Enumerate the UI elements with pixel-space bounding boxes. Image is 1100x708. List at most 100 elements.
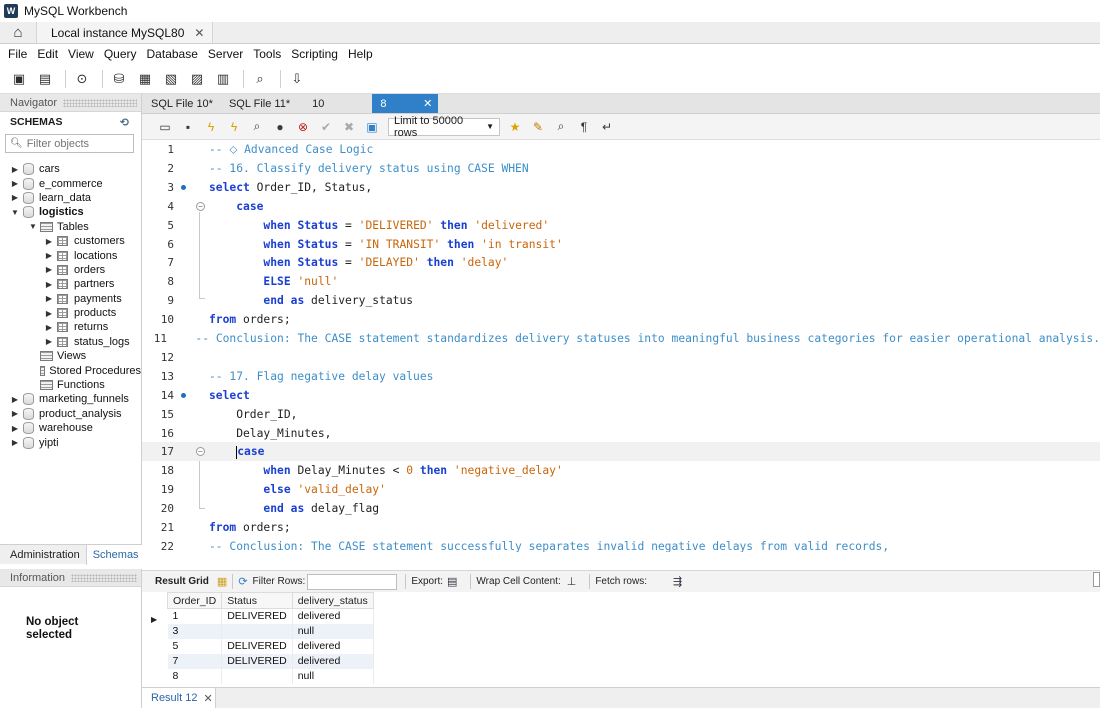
find-icon[interactable]: ⌕	[552, 118, 570, 136]
rollback-icon[interactable]: ✖	[340, 118, 358, 136]
chevron-down-icon[interactable]: ▼	[10, 208, 20, 217]
table-row[interactable]: 3 null	[167, 623, 374, 639]
create-view-icon[interactable]: ▧	[160, 68, 182, 90]
close-icon[interactable]: ✕	[194, 26, 204, 40]
table-row[interactable]: 7 DELIVERED delivered	[167, 653, 374, 669]
commit-icon[interactable]: ✔	[317, 118, 335, 136]
chevron-right-icon[interactable]: ▶	[10, 179, 20, 188]
wrap-lines-icon[interactable]: ↵	[598, 118, 616, 136]
chevron-right-icon[interactable]: ▶	[10, 424, 20, 433]
table-cell[interactable]: DELIVERED	[221, 608, 293, 624]
stop-icon[interactable]: ●	[271, 118, 289, 136]
tab-editor-3[interactable]: 10	[298, 94, 332, 113]
search-table-data-icon[interactable]: ⌕	[249, 68, 271, 90]
chevron-right-icon[interactable]: ▶	[44, 237, 54, 246]
tree-item-stored-procedures[interactable]: Stored Procedures	[0, 363, 141, 377]
close-icon[interactable]: ✕	[423, 97, 432, 110]
create-schema-icon[interactable]: ⛁	[108, 68, 130, 90]
chevron-right-icon[interactable]: ▶	[44, 323, 54, 332]
tree-item-schema[interactable]: ▶ cars	[0, 162, 141, 176]
close-icon[interactable]: ✕	[203, 692, 212, 705]
beautify-icon[interactable]: ✎	[529, 118, 547, 136]
table-cell[interactable]	[221, 623, 293, 639]
table-row[interactable]: 8 null	[167, 668, 374, 684]
tree-item-table[interactable]: ▶ customers	[0, 234, 141, 248]
inspector-icon[interactable]: ⊙	[71, 68, 93, 90]
chevron-right-icon[interactable]: ▶	[44, 294, 54, 303]
table-cell[interactable]: 7	[167, 653, 223, 669]
table-cell[interactable]: 3	[167, 623, 223, 639]
chevron-right-icon[interactable]: ▶	[10, 193, 20, 202]
invisible-chars-icon[interactable]: ¶	[575, 118, 593, 136]
sql-editor[interactable]: 1 -- ⬦ Advanced Case Logic 2 -- 16. Classif…	[142, 140, 1100, 552]
table-cell[interactable]: delivered	[292, 638, 374, 654]
chevron-right-icon[interactable]: ▶	[10, 438, 20, 447]
table-cell[interactable]	[221, 668, 293, 684]
menu-item-tools[interactable]: Tools	[249, 47, 285, 61]
add-snippet-icon[interactable]: ★	[506, 118, 524, 136]
filter-rows-input[interactable]	[307, 573, 398, 590]
tree-item-tables[interactable]: ▼ Tables	[0, 220, 141, 234]
fold-toggle-icon[interactable]: −	[196, 201, 205, 211]
table-cell[interactable]: null	[292, 668, 374, 684]
save-icon[interactable]: ▪	[179, 118, 197, 136]
refresh-icon[interactable]: ⟳	[238, 575, 247, 588]
execute-icon[interactable]: ϟ	[202, 118, 220, 136]
menu-item-scripting[interactable]: Scripting	[287, 47, 342, 61]
grid-view-icon[interactable]: ▦	[217, 575, 227, 588]
tree-item-table[interactable]: ▶ products	[0, 306, 141, 320]
table-row[interactable]: 5 DELIVERED delivered	[167, 638, 374, 654]
tree-item-schema[interactable]: ▶ warehouse	[0, 421, 141, 435]
tree-item-schema[interactable]: ▶ learn_data	[0, 191, 141, 205]
menu-item-query[interactable]: Query	[100, 47, 141, 61]
tree-item-schema[interactable]: ▶ marketing_funnels	[0, 392, 141, 406]
new-sql-tab-icon[interactable]: ▣	[8, 68, 30, 90]
tab-schemas[interactable]: Schemas	[85, 544, 149, 565]
tab-editor-2[interactable]: SQL File 11*	[221, 94, 298, 113]
table-cell[interactable]: DELIVERED	[221, 653, 293, 669]
tree-item-schema[interactable]: ▶ yipti	[0, 435, 141, 449]
table-cell[interactable]: delivered	[292, 653, 374, 669]
tree-item-schema[interactable]: ▼ logistics	[0, 205, 141, 219]
tab-result[interactable]: Result 12 ✕	[142, 688, 216, 708]
fold-toggle-icon[interactable]: −	[196, 447, 205, 457]
explain-icon[interactable]: ⌕	[248, 118, 266, 136]
home-icon[interactable]: ⌂	[0, 22, 36, 43]
autocommit-icon[interactable]: ▣	[363, 118, 381, 136]
fetch-rows-icon[interactable]: ⇶	[673, 575, 682, 588]
table-cell[interactable]: 1	[167, 608, 223, 624]
menu-item-help[interactable]: Help	[344, 47, 377, 61]
tab-editor-1[interactable]: SQL File 10*	[142, 94, 221, 113]
table-cell[interactable]: delivered	[292, 608, 374, 624]
execute-statement-icon[interactable]: ϟ	[225, 118, 243, 136]
create-table-icon[interactable]: ▦	[134, 68, 156, 90]
menu-item-file[interactable]: File	[4, 47, 31, 61]
chevron-right-icon[interactable]: ▶	[44, 309, 54, 318]
reconnect-icon[interactable]: ⇩	[286, 68, 308, 90]
export-icon[interactable]: ▤	[447, 575, 457, 588]
chevron-down-icon[interactable]: ▼	[28, 222, 38, 231]
tree-item-functions[interactable]: Functions	[0, 378, 141, 392]
chevron-right-icon[interactable]: ▶	[10, 165, 20, 174]
toggle-error-icon[interactable]: ⊗	[294, 118, 312, 136]
chevron-right-icon[interactable]: ▶	[10, 409, 20, 418]
tab-administration[interactable]: Administration	[0, 549, 86, 561]
create-function-icon[interactable]: ▥	[212, 68, 234, 90]
limit-rows-select[interactable]: Limit to 50000 rows ▼	[388, 115, 500, 139]
chevron-right-icon[interactable]: ▶	[44, 251, 54, 260]
chevron-right-icon[interactable]: ▶	[44, 265, 54, 274]
table-row[interactable]: 1 DELIVERED delivered	[167, 608, 374, 624]
result-grid-tab[interactable]: Result Grid	[155, 576, 209, 587]
chevron-right-icon[interactable]: ▶	[44, 337, 54, 346]
tab-editor-4[interactable]: 8 ✕	[372, 94, 439, 113]
tree-item-views[interactable]: Views	[0, 349, 141, 363]
refresh-schemas-icon[interactable]: ⟲	[120, 116, 129, 129]
tree-item-schema[interactable]: ▶ e_commerce	[0, 176, 141, 190]
tree-item-schema[interactable]: ▶ product_analysis	[0, 407, 141, 421]
create-procedure-icon[interactable]: ▨	[186, 68, 208, 90]
filter-objects-input[interactable]	[26, 137, 127, 150]
tree-item-table[interactable]: ▶ returns	[0, 320, 141, 334]
tree-item-table[interactable]: ▶ partners	[0, 277, 141, 291]
table-cell[interactable]: DELIVERED	[221, 638, 293, 654]
tree-item-table[interactable]: ▶ status_logs	[0, 335, 141, 349]
